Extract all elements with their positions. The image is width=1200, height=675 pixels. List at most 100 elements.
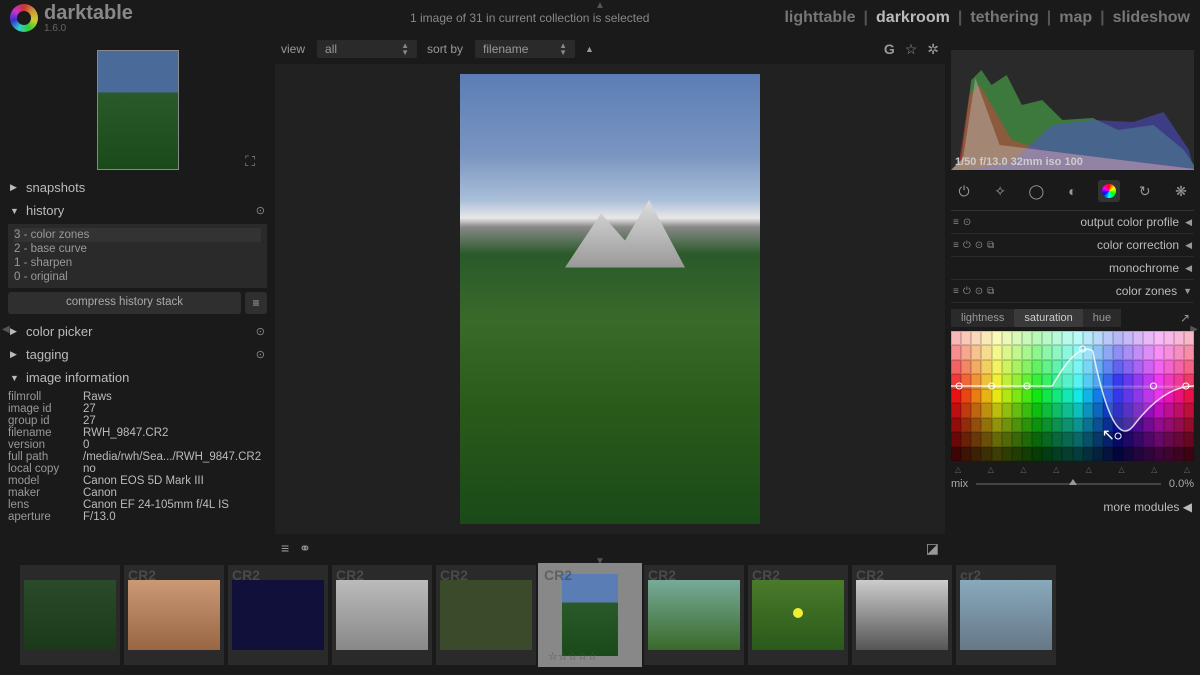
chevron-left-icon[interactable]: ◀ <box>1185 263 1192 274</box>
group-favorites-icon[interactable]: ✧ <box>989 180 1011 202</box>
zoom-fit-icon[interactable]: ⛶ <box>245 153 255 170</box>
module-color-correction[interactable]: ≡⏻⊙⧉ color correction ◀ <box>951 234 1194 257</box>
main-image[interactable] <box>460 74 760 524</box>
module-color-zones[interactable]: ≡ ⏻ ⊙ ⧉ color zones ▼ <box>951 280 1194 303</box>
view-select[interactable]: all ▲▼ <box>317 40 417 58</box>
module-groups: ⏻ ✧ ◯ ◐ ↻ ❋ <box>951 176 1194 211</box>
module-power-icon[interactable]: ⏻ <box>963 240 971 251</box>
group-correct-icon[interactable]: ↻ <box>1134 180 1156 202</box>
tab-lightness[interactable]: lightness <box>951 309 1014 327</box>
group-active-icon[interactable]: ⏻ <box>953 180 975 202</box>
sort-direction-icon[interactable]: ▲ <box>585 44 594 54</box>
module-power-icon[interactable]: ⏻ <box>963 286 971 297</box>
tagging-reset-icon[interactable]: ⊙ <box>256 348 265 361</box>
mix-value: 0.0% <box>1169 478 1194 490</box>
mix-slider-row: mix 0.0% <box>951 474 1194 494</box>
module-label: monochrome <box>1109 261 1179 275</box>
filmstrip-thumb[interactable]: CR2 <box>124 565 224 665</box>
chevron-down-icon[interactable]: ▼ <box>1183 286 1192 296</box>
group-effect-icon[interactable]: ❋ <box>1170 180 1192 202</box>
history-item[interactable]: 0 - original <box>14 270 261 284</box>
bottom-toolbar: ≡ ⚭ ◪ <box>275 536 945 561</box>
filmstrip-thumb[interactable]: CR2 <box>332 565 432 665</box>
module-reset-icon[interactable]: ⊙ <box>975 286 983 297</box>
sort-value: filename <box>483 42 528 56</box>
navigation-thumbnail[interactable] <box>97 50 179 170</box>
nav-lighttable[interactable]: lighttable <box>784 9 855 27</box>
chevron-left-icon[interactable]: ◀ <box>1185 240 1192 251</box>
group-tone-icon[interactable]: ◐ <box>1061 180 1083 202</box>
module-output-color-profile[interactable]: ≡⊙ output color profile ◀ <box>951 211 1194 234</box>
stepper-icon[interactable]: ▲▼ <box>401 42 409 56</box>
star-overlay-icon[interactable]: ☆ <box>905 41 918 58</box>
compress-history-button[interactable]: compress history stack <box>8 292 241 314</box>
history-list: 3 - color zones 2 - base curve 1 - sharp… <box>8 224 267 288</box>
filmstrip-thumb[interactable]: CR2 <box>644 565 744 665</box>
module-multi-icon[interactable]: ⧉ <box>987 240 994 251</box>
filmstrip-thumb-selected[interactable]: CR2☆☆☆☆☆ <box>540 565 640 665</box>
nav-darkroom[interactable]: darkroom <box>876 9 950 27</box>
filmstrip-thumb[interactable]: CR2 <box>228 565 328 665</box>
history-item[interactable]: 1 - sharpen <box>14 256 261 270</box>
history-item[interactable]: 2 - base curve <box>14 242 261 256</box>
status-text: 1 image of 31 in current collection is s… <box>275 11 784 25</box>
history-reset-icon[interactable]: ⊙ <box>256 204 265 217</box>
filmstrip-thumb[interactable]: CR2 <box>436 565 536 665</box>
nav-map[interactable]: map <box>1059 9 1092 27</box>
tab-hue[interactable]: hue <box>1083 309 1121 327</box>
color-picker-label: color picker <box>26 324 92 339</box>
module-monochrome[interactable]: monochrome ◀ <box>951 257 1194 280</box>
history-label: history <box>26 203 64 218</box>
presets-icon[interactable]: ⚭ <box>299 540 311 557</box>
chevron-left-icon[interactable]: ◀ <box>1185 217 1192 228</box>
gear-icon[interactable]: ✲ <box>927 41 939 58</box>
view-nav: lighttable| darkroom| tethering| map| sl… <box>784 9 1190 27</box>
module-menu-icon[interactable]: ≡ <box>953 217 959 228</box>
nav-tethering[interactable]: tethering <box>970 9 1038 27</box>
left-panel: ⛶ ▶snapshots ▼history ⊙ 3 - color zones … <box>0 36 275 561</box>
image-canvas[interactable] <box>275 64 945 534</box>
collapse-left-icon[interactable]: ◀ <box>2 324 10 335</box>
nav-slideshow[interactable]: slideshow <box>1113 9 1190 27</box>
sort-label: sort by <box>427 42 463 56</box>
filter-toolbar: view all ▲▼ sort by filename ▲▼ ▲ G ☆ ✲ <box>275 36 945 62</box>
group-toggle[interactable]: G <box>884 41 895 58</box>
history-item[interactable]: 3 - color zones <box>14 228 261 242</box>
color-picker-header[interactable]: ▶color picker ⊙ <box>8 320 267 343</box>
group-basic-icon[interactable]: ◯ <box>1025 180 1047 202</box>
stepper-icon[interactable]: ▲▼ <box>559 42 567 56</box>
mix-label: mix <box>951 478 968 490</box>
snapshots-header[interactable]: ▶snapshots <box>8 176 267 199</box>
filmstrip-thumb[interactable]: CR2 <box>852 565 952 665</box>
overexposed-icon[interactable]: ◪ <box>926 540 939 557</box>
module-multi-icon[interactable]: ⧉ <box>987 286 994 297</box>
color-picker-reset-icon[interactable]: ⊙ <box>256 325 265 338</box>
collapse-top-icon[interactable]: ▲ <box>595 0 605 11</box>
tab-saturation[interactable]: saturation <box>1014 309 1082 327</box>
history-header[interactable]: ▼history ⊙ <box>8 199 267 222</box>
color-zones-editor[interactable]: ↖ <box>951 331 1194 461</box>
module-menu-icon[interactable]: ≡ <box>953 240 959 251</box>
group-color-icon[interactable] <box>1098 180 1120 202</box>
mix-slider[interactable] <box>976 483 1161 485</box>
module-menu-icon[interactable]: ≡ <box>953 286 959 297</box>
app-logo-icon <box>10 4 38 32</box>
module-label: color zones <box>1116 284 1177 298</box>
image-info-header[interactable]: ▼image information <box>8 366 267 389</box>
filmstrip-thumb[interactable] <box>20 565 120 665</box>
module-reset-icon[interactable]: ⊙ <box>963 217 971 228</box>
more-modules-button[interactable]: more modules ◀ <box>951 494 1194 520</box>
tagging-header[interactable]: ▶tagging ⊙ <box>8 343 267 366</box>
app-name: darktable <box>44 2 133 25</box>
chevron-left-icon: ◀ <box>1183 500 1192 514</box>
filmstrip-thumb[interactable]: cr2 <box>956 565 1056 665</box>
filmstrip[interactable]: CR2 CR2 CR2 CR2 CR2☆☆☆☆☆ CR2 CR2 CR2 cr2 <box>0 561 1200 669</box>
filmstrip-thumb[interactable]: CR2 <box>748 565 848 665</box>
color-zones-handles: △△△△△△△△ <box>951 465 1194 474</box>
view-value: all <box>325 42 337 56</box>
sort-select[interactable]: filename ▲▼ <box>475 40 575 58</box>
quick-access-icon[interactable]: ≡ <box>281 540 289 557</box>
create-style-button[interactable]: ≡ <box>245 292 267 314</box>
module-reset-icon[interactable]: ⊙ <box>975 240 983 251</box>
histogram[interactable]: 1/50 f/13.0 32mm iso 100 <box>951 50 1194 170</box>
